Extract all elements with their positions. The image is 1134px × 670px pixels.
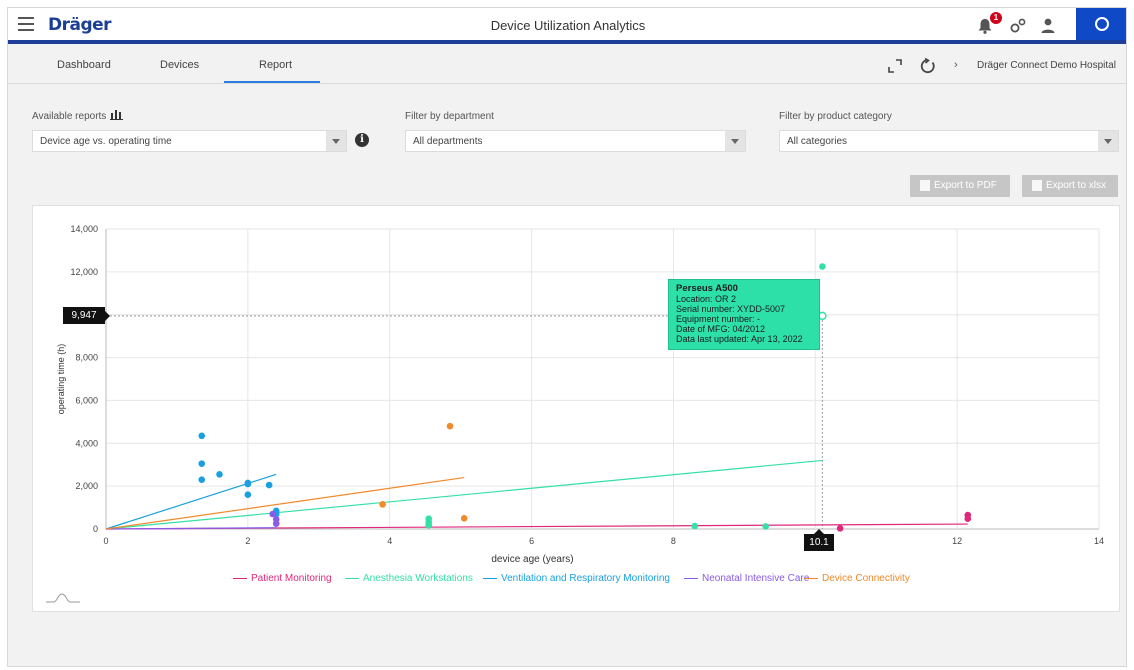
tooltip-serial: Serial number: XYDD-5007 [676,304,786,314]
department-label: Filter by department [405,111,494,122]
legend-label: Ventilation and Respiratory Monitoring [501,573,670,584]
file-icon [920,180,930,191]
legend-swatch [684,577,698,579]
tooltip-title: Perseus A500 [676,283,738,294]
export-pdf-label: Export to PDF [934,180,997,191]
legend-item[interactable]: Ventilation and Respiratory Monitoring [483,573,670,584]
chevron-down-icon [725,131,745,151]
department-select-value: All departments [413,136,483,147]
report-select[interactable]: Device age vs. operating time [32,130,347,152]
tab-bar: Dashboard Devices Report › Dräger Connec… [8,48,1126,84]
tooltip-location: Location: OR 2 [676,294,737,304]
refresh-icon[interactable] [920,58,936,74]
legend-item[interactable]: Device Connectivity [804,573,910,584]
top-bar: Dräger Device Utilization Analytics 1 [8,8,1126,44]
crosshair-y-label: 9,947 [63,307,110,324]
legend-label: Device Connectivity [822,573,910,584]
legend-swatch [804,577,818,579]
chevron-down-icon [326,131,346,151]
export-xlsx-label: Export to xlsx [1046,180,1107,191]
hamburger-icon[interactable] [18,17,34,31]
category-select[interactable]: All categories [779,130,1119,152]
power-button[interactable] [1076,8,1126,40]
user-icon[interactable] [1040,17,1056,35]
category-select-value: All categories [787,136,848,147]
active-tab-indicator [224,81,320,83]
legend-item[interactable]: Patient Monitoring [233,573,332,584]
chart-card [32,205,1120,612]
tab-devices[interactable]: Devices [160,59,199,71]
gears-icon[interactable] [1009,17,1027,35]
legend-swatch [483,577,497,579]
legend-swatch [233,577,247,579]
department-select[interactable]: All departments [405,130,746,152]
info-icon[interactable]: i [355,133,369,147]
notification-badge: 1 [990,12,1002,24]
export-pdf-button[interactable]: Export to PDF [910,175,1010,197]
breadcrumb-hospital[interactable]: Dräger Connect Demo Hospital [977,60,1116,71]
point-tooltip: Perseus A500 Location: OR 2 Serial numbe… [668,279,820,350]
legend-label: Patient Monitoring [251,573,332,584]
bar-chart-icon[interactable] [110,109,123,120]
file-icon [1032,180,1042,191]
tooltip-mfg-date: Date of MFG: 04/2012 [676,324,766,334]
chevron-down-icon [1098,131,1118,151]
legend-label: Neonatal Intensive Care [702,573,810,584]
legend-item[interactable]: Neonatal Intensive Care [684,573,809,584]
crosshair-x-label: 10.1 [804,529,834,551]
legend-swatch [345,577,359,579]
tab-report[interactable]: Report [259,59,292,71]
category-label: Filter by product category [779,111,892,122]
breadcrumb-chevron-icon: › [954,59,958,71]
legend-item[interactable]: Anesthesia Workstations [345,573,473,584]
reports-label: Available reports [32,111,107,122]
tooltip-equipment: Equipment number: - [676,314,761,324]
export-xlsx-button[interactable]: Export to xlsx [1022,175,1118,197]
app-window: Dräger Device Utilization Analytics 1 Da… [7,7,1127,667]
chart-zoom-icon[interactable] [46,591,80,603]
brand-logo[interactable]: Dräger [48,15,112,35]
legend-label: Anesthesia Workstations [363,573,473,584]
circle-icon [1095,17,1109,31]
report-select-value: Device age vs. operating time [40,136,172,147]
tooltip-last-updated: Data last updated: Apr 13, 2022 [676,334,803,344]
expand-icon[interactable] [888,59,902,73]
app-title: Device Utilization Analytics [490,18,646,33]
tab-dashboard[interactable]: Dashboard [57,59,111,71]
